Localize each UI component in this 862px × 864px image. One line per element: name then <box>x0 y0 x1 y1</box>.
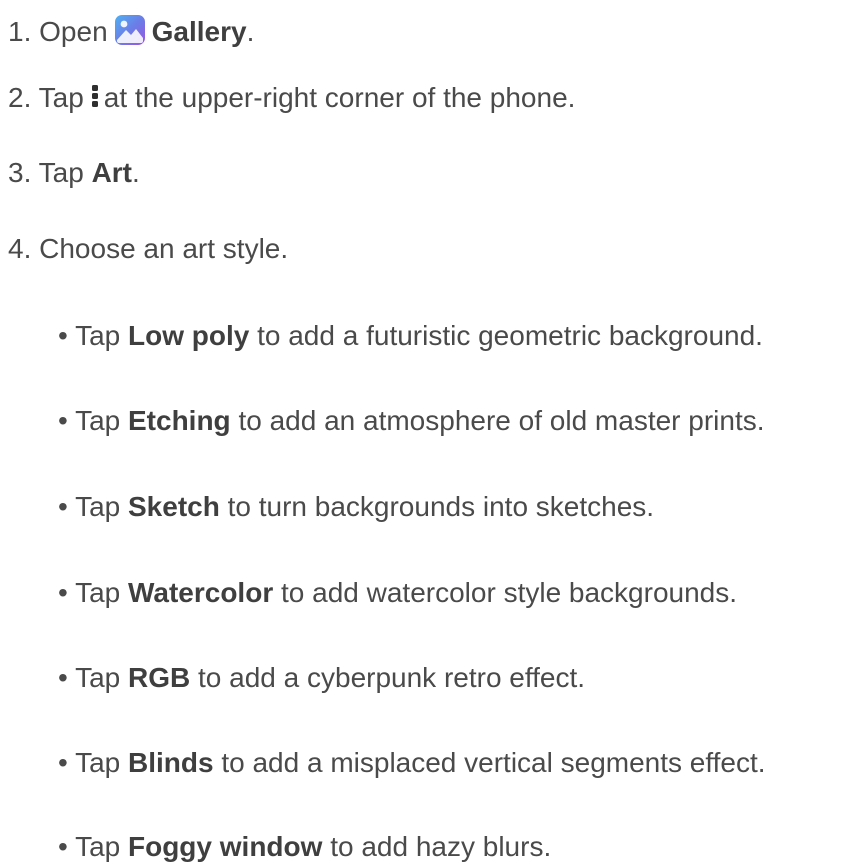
bullet-prefix: • Tap <box>58 831 128 862</box>
bullet-prefix: • Tap <box>58 320 128 351</box>
step-text: Choose an art style. <box>39 233 289 264</box>
bullet-prefix: • Tap <box>58 747 128 778</box>
list-item: • Tap Foggy window to add hazy blurs. <box>58 830 551 864</box>
list-item: • Tap Etching to add an atmosphere of ol… <box>58 404 765 438</box>
step-text: Tap <box>38 157 92 188</box>
step-3: 3. Tap Art. <box>8 156 140 190</box>
bullet-description: to add hazy blurs. <box>322 831 552 862</box>
art-style-name: Sketch <box>128 491 220 522</box>
bullet-description: to add watercolor style backgrounds. <box>273 577 738 608</box>
bullet-prefix: • Tap <box>58 577 128 608</box>
gallery-app-name: Gallery <box>151 16 247 47</box>
list-item: • Tap Low poly to add a futuristic geome… <box>58 319 763 353</box>
list-item: • Tap Watercolor to add watercolor style… <box>58 576 737 610</box>
step-text-end: . <box>246 16 255 47</box>
art-style-name: Etching <box>128 405 231 436</box>
bullet-prefix: • Tap <box>58 491 128 522</box>
bullet-description: to add an atmosphere of old master print… <box>230 405 765 436</box>
step-number: 1. <box>8 16 40 47</box>
art-style-name: Watercolor <box>128 577 274 608</box>
list-item: • Tap Blinds to add a misplaced vertical… <box>58 746 766 780</box>
gallery-app-icon <box>114 14 146 46</box>
art-style-name: Low poly <box>128 320 250 351</box>
step-2: 2. Tap at the upper-right corner of the … <box>8 81 575 115</box>
more-vertical-icon <box>90 82 100 110</box>
bullet-prefix: • Tap <box>58 662 128 693</box>
art-option-label: Art <box>91 157 133 188</box>
step-text-end: at the upper-right corner of the phone. <box>103 82 576 113</box>
art-style-name: RGB <box>128 662 191 693</box>
list-item: • Tap Sketch to turn backgrounds into sk… <box>58 490 654 524</box>
step-number: 3. <box>8 157 39 188</box>
step-text: Open <box>39 16 108 47</box>
step-text-end: . <box>132 157 140 188</box>
bullet-description: to add a cyberpunk retro effect. <box>190 662 586 693</box>
bullet-description: to add a futuristic geometric background… <box>249 320 763 351</box>
bullet-prefix: • Tap <box>58 405 128 436</box>
step-number: 2. <box>8 82 39 113</box>
art-style-name: Foggy window <box>128 831 323 862</box>
step-text: Tap <box>38 82 84 113</box>
bullet-description: to add a misplaced vertical segments eff… <box>213 747 766 778</box>
bullet-description: to turn backgrounds into sketches. <box>219 491 655 522</box>
step-number: 4. <box>8 233 40 264</box>
art-style-name: Blinds <box>128 747 214 778</box>
list-item: • Tap RGB to add a cyberpunk retro effec… <box>58 661 585 695</box>
step-1: 1. Open Gallery. <box>8 14 254 49</box>
step-4: 4. Choose an art style. <box>8 232 288 266</box>
